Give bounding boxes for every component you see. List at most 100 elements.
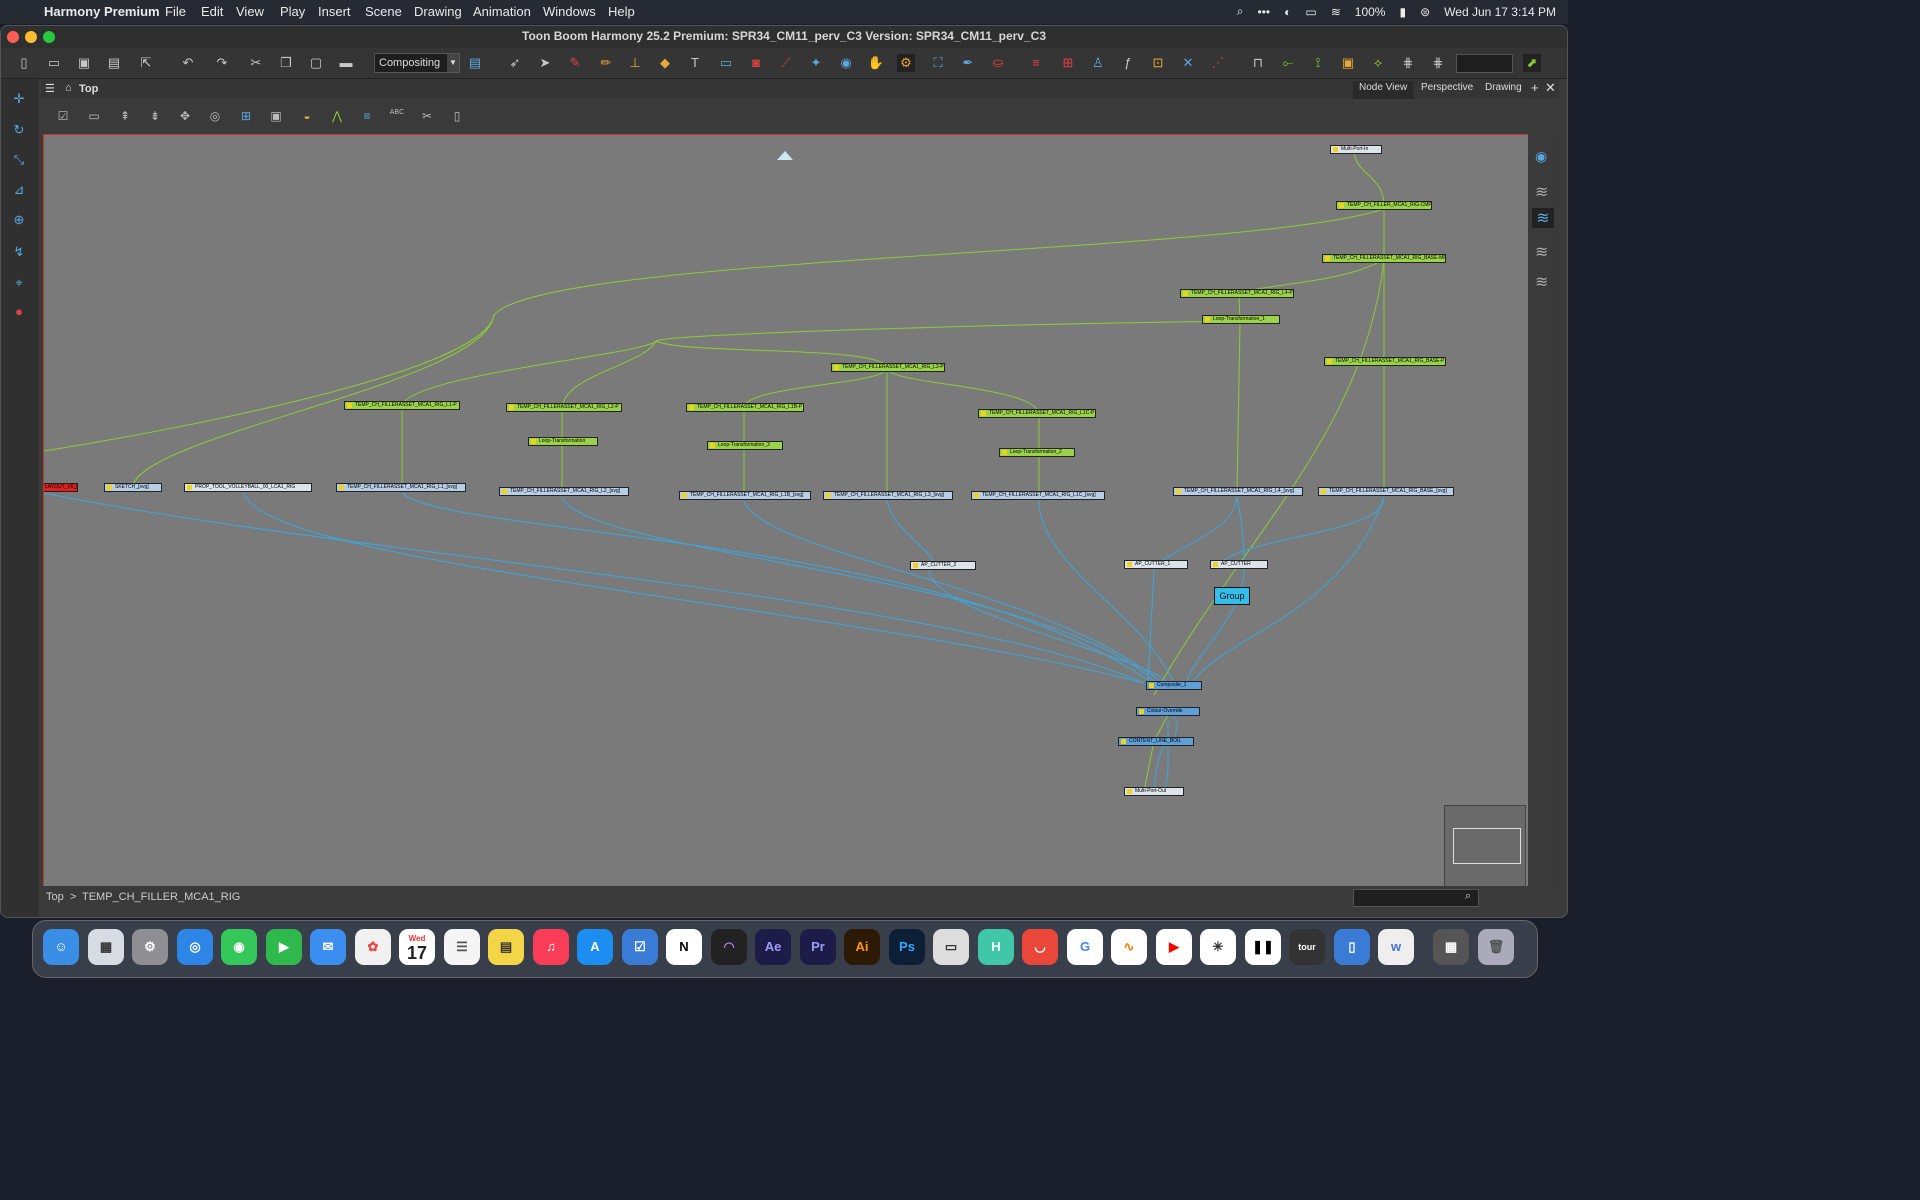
control-center-icon[interactable]: ⊜ — [1420, 5, 1430, 19]
minimize-window-button[interactable] — [25, 31, 37, 43]
layers-active-icon[interactable]: ≋ — [1532, 208, 1554, 228]
node-cmp[interactable]: TEMP_CH_FILLER_MCA1_RIG-CMP — [1336, 201, 1432, 210]
control-icon[interactable]: ◐ — [1284, 5, 1291, 19]
export-icon[interactable]: ⇱ — [137, 54, 155, 72]
node-l1p[interactable]: TEMP_CH_FILLERASSET_MCA1_RIG_L1-P — [344, 401, 460, 410]
node-loop[interactable]: Loop-Transformation — [528, 437, 598, 446]
pen-icon[interactable]: ✒ — [959, 54, 977, 72]
record-icon[interactable]: ● — [10, 304, 28, 322]
zoom-window-button[interactable] — [43, 31, 55, 43]
node-l1[interactable]: TEMP_CH_FILLERASSET_MCA1_RIG_L1_[svg] — [336, 483, 466, 492]
dock-simulator-icon[interactable]: ▯ — [1334, 929, 1370, 965]
path-root[interactable]: Top — [46, 891, 64, 903]
app-menu[interactable]: Harmony Premium — [44, 4, 160, 19]
transform-tool-icon[interactable]: ✛ — [10, 91, 28, 109]
dock-toonboom-icon[interactable]: ◡ — [1022, 929, 1058, 965]
group-icon[interactable]: ⊞ — [238, 109, 254, 125]
search-icon[interactable]: ⌕ — [1237, 4, 1244, 19]
node-prop[interactable]: PROP_TOOL_VOLLEYBALL_00_LCA1_RIG — [184, 483, 312, 492]
node-l1bp[interactable]: TEMP_CH_FILLERASSET_MCA1_RIG_L1B-P — [686, 403, 804, 412]
eye-icon[interactable]: ◉ — [1535, 148, 1547, 165]
rigging-icon[interactable]: ⚙ — [897, 54, 915, 72]
envelope-icon[interactable]: ▣ — [1339, 54, 1357, 72]
dock-console-icon[interactable]: ▭ — [933, 929, 969, 965]
layers-add-icon[interactable]: ≋ — [1535, 242, 1548, 262]
rectangle-icon[interactable]: ▭ — [717, 54, 735, 72]
dock-premiere-icon[interactable]: Pr — [800, 929, 836, 965]
undo-icon[interactable]: ↶ — [179, 54, 197, 72]
display-icon[interactable]: ▭ — [1305, 5, 1316, 19]
pointer-icon[interactable]: ⬈ — [1523, 54, 1541, 72]
move-icon[interactable]: ✥ — [177, 109, 193, 125]
dock-google-icon[interactable]: G — [1067, 929, 1103, 965]
node-l4p[interactable]: TEMP_CH_FILLERASSET_MCA1_RIG_L4-P — [1180, 289, 1294, 298]
menu-play[interactable]: Play — [280, 4, 305, 19]
node-sketch[interactable]: SKETCH_[svg] — [104, 483, 162, 492]
function-icon[interactable]: ƒ — [1119, 54, 1137, 72]
node-composite[interactable]: Composite_1 — [1146, 681, 1202, 690]
node-layout[interactable]: LAYOUT_V6_[svg] — [44, 483, 78, 492]
cut-icon[interactable]: ✂ — [247, 54, 265, 72]
dock-perplexity-icon[interactable]: ✳ — [1200, 929, 1236, 965]
node-l1b[interactable]: TEMP_CH_FILLERASSET_MCA1_RIG_L1B_[svg] — [679, 491, 811, 500]
up-arrow-icon[interactable] — [777, 151, 793, 160]
menu-animation[interactable]: Animation — [473, 4, 531, 19]
close-view-icon[interactable]: ✕ — [1545, 80, 1556, 96]
chart-icon[interactable]: ⊡ — [1149, 54, 1167, 72]
node-loop-1[interactable]: Loop-Transformation_1 — [1202, 315, 1280, 324]
dock-screenshot-icon[interactable]: ▦ — [1433, 929, 1469, 965]
node-l4[interactable]: TEMP_CH_FILLERASSET_MCA1_RIG_L4_[svg] — [1173, 487, 1303, 496]
contour-icon[interactable]: ➤ — [536, 54, 554, 72]
dock-reminders-icon[interactable]: ☰ — [444, 929, 480, 965]
paste-icon[interactable]: ▢ — [307, 54, 325, 72]
search-field[interactable] — [1353, 889, 1479, 907]
deform-icon[interactable]: ⊓ — [1249, 54, 1267, 72]
node-content-line-boil[interactable]: CONTENT_LINE_BOIL — [1118, 737, 1194, 746]
navigator-minimap[interactable] — [1444, 805, 1526, 887]
dock-tourbox-icon[interactable]: tour — [1289, 929, 1325, 965]
offset-icon[interactable]: ⋕ — [1429, 54, 1447, 72]
layers-remove-icon[interactable]: ≋ — [1535, 272, 1548, 292]
node-colour-override[interactable]: Colour-Override — [1136, 707, 1200, 716]
node-canvas[interactable]: Multi-Port-In TEMP_CH_FILLER_MCA1_RIG-CM… — [43, 134, 1529, 888]
home-icon[interactable]: ⌂ — [65, 82, 72, 94]
add-view-icon[interactable]: + — [1531, 80, 1539, 95]
camera-icon[interactable]: ◉ — [837, 54, 855, 72]
node-l3p[interactable]: TEMP_CH_FILLERASSET_MCA1_RIG_L3-P — [831, 363, 945, 372]
pencil-icon[interactable]: ✏ — [597, 54, 615, 72]
menu-scene[interactable]: Scene — [365, 4, 402, 19]
node-base-mp[interactable]: TEMP_CH_FILLERASSET_MCA1_RIG_BASE-MP — [1322, 254, 1446, 263]
menu-help[interactable]: Help — [608, 4, 635, 19]
node-multi-port-in[interactable]: Multi-Port-In — [1330, 145, 1382, 154]
menu-windows[interactable]: Windows — [543, 4, 596, 19]
menu-edit[interactable]: Edit — [201, 4, 223, 19]
morph-icon[interactable]: ⌖ — [10, 275, 28, 293]
search-icon[interactable]: ⌕ — [1465, 890, 1471, 903]
menu-view[interactable]: View — [236, 4, 264, 19]
node-l1c[interactable]: TEMP_CH_FILLERASSET_MCA1_RIG_L1C_[svg] — [971, 491, 1105, 500]
align-icon[interactable]: ≡ — [359, 109, 375, 125]
transform-icon[interactable]: ⛶ — [929, 54, 947, 72]
dock-launchpad-icon[interactable]: ▦ — [88, 929, 124, 965]
dock-safari-icon[interactable]: ◎ — [177, 929, 213, 965]
dock-notes-icon[interactable]: ▤ — [488, 929, 524, 965]
dock-aftereffects-icon[interactable]: Ae — [755, 929, 791, 965]
dock-illustrator-icon[interactable]: Ai — [844, 929, 880, 965]
path-current[interactable]: TEMP_CH_FILLER_MCA1_RIG — [82, 891, 240, 903]
cache-icon[interactable]: ◎ — [207, 109, 223, 125]
spline-offset-icon[interactable]: ↯ — [10, 244, 28, 262]
layout-icon[interactable]: ▤ — [466, 54, 484, 72]
node-l3[interactable]: TEMP_CH_FILLERASSET_MCA1_RIG_L3_[svg] — [823, 491, 953, 500]
kinematic-icon[interactable]: ⟡ — [1369, 54, 1387, 72]
node-cutter[interactable]: AP_CUTTER — [1210, 560, 1268, 569]
redo-icon[interactable]: ↷ — [213, 54, 231, 72]
scale-tool-icon[interactable]: ⤡ — [10, 152, 28, 170]
curve-icon[interactable]: ⋕ — [1399, 54, 1417, 72]
node-multi-port-out[interactable]: Multi-Port-Out — [1124, 787, 1184, 796]
node-l2[interactable]: TEMP_CH_FILLERASSET_MCA1_RIG_L2_[svg] — [499, 487, 629, 496]
dock-finder-icon[interactable]: ☺ — [43, 929, 79, 965]
tab-perspective[interactable]: Perspective — [1415, 81, 1479, 99]
node-l2p[interactable]: TEMP_CH_FILLERASSET_MCA1_RIG_L2-P — [506, 403, 622, 412]
breadcrumb-top[interactable]: Top — [79, 83, 98, 95]
dock-settings-icon[interactable]: ⚙ — [132, 929, 168, 965]
